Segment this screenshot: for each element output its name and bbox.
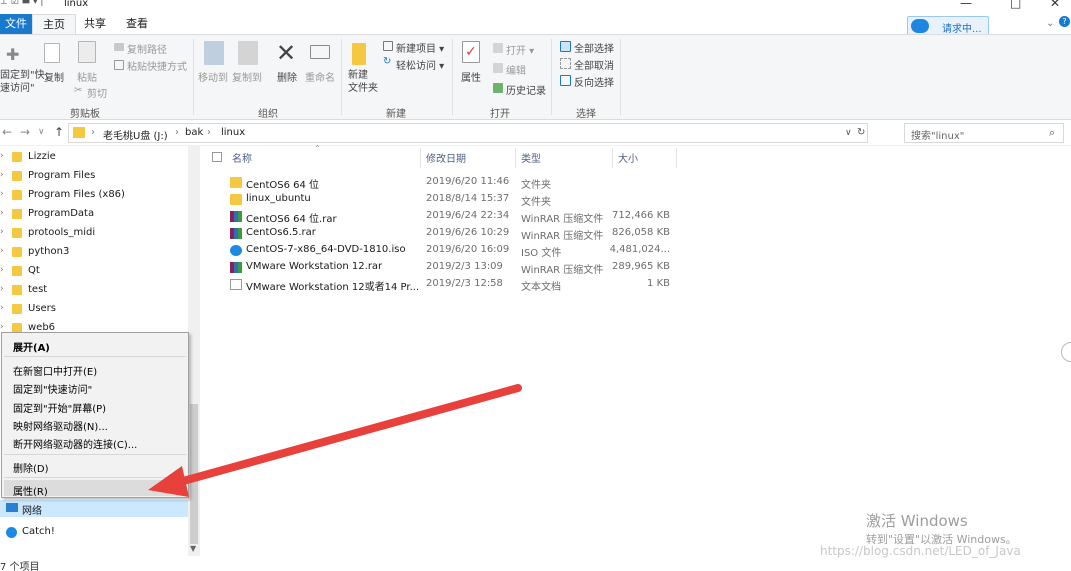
activation-watermark-title: 激活 Windows [866, 512, 968, 530]
source-watermark: https://blog.csdn.net/LED_of_Java [820, 544, 1021, 558]
annotation-arrow-icon [148, 384, 522, 497]
status-item-count: 7 个项目 [0, 562, 40, 571]
